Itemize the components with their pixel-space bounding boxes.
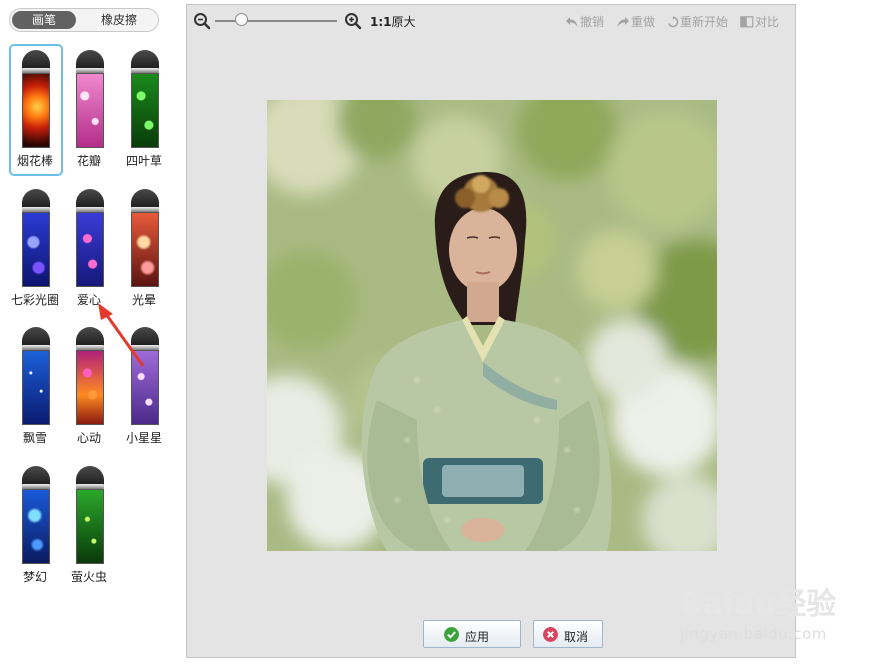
actual-size-button[interactable]: 1:1原大 xyxy=(370,13,416,30)
x-icon xyxy=(543,627,558,642)
apply-button[interactable]: 应用 xyxy=(423,620,521,648)
brush-clover[interactable]: 四叶草 xyxy=(120,46,168,172)
restart-icon xyxy=(668,16,679,28)
zoom-slider[interactable] xyxy=(215,20,337,22)
mode-toggle: 画笔 橡皮擦 xyxy=(9,8,159,32)
rainbow-rings-brush-icon xyxy=(19,189,53,289)
redo-button[interactable]: 重做 xyxy=(616,13,655,30)
watermark-url: jingyan.baidu.com xyxy=(680,625,827,643)
canvas-area[interactable] xyxy=(187,39,795,609)
brush-label: 小星星 xyxy=(125,431,162,445)
undo-button[interactable]: 撤销 xyxy=(565,13,604,30)
dreamy-brush-icon xyxy=(19,466,53,566)
brush-label: 萤火虫 xyxy=(70,570,107,584)
redo-label: 重做 xyxy=(631,15,656,29)
halo-brush-icon xyxy=(128,189,162,289)
zoom-out-icon[interactable] xyxy=(193,12,211,30)
undo-label: 撤销 xyxy=(580,15,605,29)
brush-firefly[interactable]: 萤火虫 xyxy=(65,462,113,588)
zoom-in-icon[interactable] xyxy=(344,12,362,30)
toolbar: 1:1原大 撤销 重做 重新开始 对比 xyxy=(187,5,795,39)
compare-icon xyxy=(740,16,754,28)
photo-canvas[interactable] xyxy=(267,100,717,551)
brush-halo[interactable]: 光晕 xyxy=(120,185,168,311)
redo-icon xyxy=(617,17,629,27)
tab-eraser[interactable]: 橡皮擦 xyxy=(82,11,156,29)
snow-brush-icon xyxy=(19,327,53,427)
zoom-slider-handle[interactable] xyxy=(235,13,248,26)
hearts-brush-icon xyxy=(73,189,107,289)
undo-icon xyxy=(566,17,578,27)
compare-button[interactable]: 对比 xyxy=(740,13,779,30)
ratio-value: 1:1 xyxy=(370,15,392,29)
ratio-label: 原大 xyxy=(391,15,416,29)
brush-little-stars[interactable]: 小星星 xyxy=(120,323,168,449)
brush-label: 四叶草 xyxy=(125,154,162,168)
editor-panel: 1:1原大 撤销 重做 重新开始 对比 应用 取消 xyxy=(186,4,796,658)
clover-brush-icon xyxy=(128,50,162,150)
heartbeat-brush-icon xyxy=(73,327,107,427)
compare-label: 对比 xyxy=(755,15,780,29)
check-icon xyxy=(444,627,459,642)
brush-label: 光晕 xyxy=(131,293,156,307)
firefly-brush-icon xyxy=(73,466,107,566)
restart-button[interactable]: 重新开始 xyxy=(667,13,728,30)
apply-label: 应用 xyxy=(465,630,490,644)
tab-brush[interactable]: 画笔 xyxy=(12,11,76,29)
petals-brush-icon xyxy=(73,50,107,150)
cancel-button[interactable]: 取消 xyxy=(533,620,603,648)
cancel-label: 取消 xyxy=(564,630,589,644)
sparkler-brush-icon xyxy=(19,50,53,150)
little-stars-brush-icon xyxy=(128,327,162,427)
brush-panel: 画笔 橡皮擦 烟花棒 花瓣 四叶草 七彩光圈 爱心 光晕 飘雪 心动 小星星 梦… xyxy=(0,0,178,664)
restart-label: 重新开始 xyxy=(680,15,729,29)
